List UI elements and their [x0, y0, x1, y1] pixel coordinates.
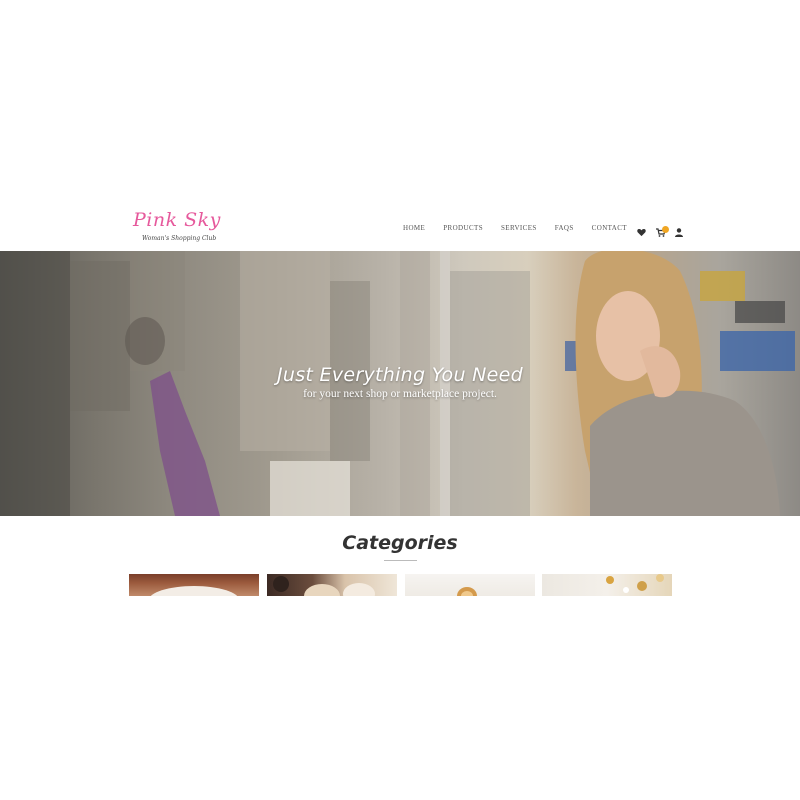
hero-text: Just Everything You Need for your next s… [0, 364, 800, 400]
main-nav: HOME PRODUCTS SERVICES FAQS CONTACT [396, 221, 683, 237]
site-header: Pink Sky Woman's Shopping Club HOME PROD… [0, 203, 800, 251]
website: Pink Sky Woman's Shopping Club HOME PROD… [0, 203, 800, 596]
category-image-4 [606, 574, 664, 593]
cart-icon[interactable] [655, 224, 669, 237]
user-icon[interactable] [674, 224, 683, 237]
hero-banner: Just Everything You Need for your next s… [0, 251, 800, 516]
logo-tagline: Woman's Shopping Club [142, 235, 217, 242]
category-card-3[interactable] [405, 574, 535, 596]
hero-subtitle: for your next shop or marketplace projec… [303, 388, 497, 400]
category-image-2 [273, 576, 375, 596]
category-image-3 [457, 587, 477, 596]
logo-name: Pink Sky [133, 209, 221, 231]
category-card-4[interactable] [542, 574, 672, 596]
hero-title: Just Everything You Need [276, 364, 524, 386]
nav-contact[interactable]: CONTACT [592, 224, 627, 232]
nav-faqs[interactable]: FAQS [555, 224, 574, 232]
nav-home[interactable]: HOME [403, 224, 425, 232]
categories-underline [384, 560, 417, 561]
category-card-1[interactable] [129, 574, 259, 596]
nav-products[interactable]: PRODUCTS [443, 224, 483, 232]
nav-services[interactable]: SERVICES [501, 224, 537, 232]
heart-icon[interactable] [637, 224, 646, 236]
categories-heading: Categories [342, 532, 458, 554]
category-image-1 [150, 586, 238, 596]
category-card-2[interactable] [267, 574, 397, 596]
cart-badge [661, 225, 669, 233]
logo[interactable]: Pink Sky Woman's Shopping Club [130, 209, 225, 249]
